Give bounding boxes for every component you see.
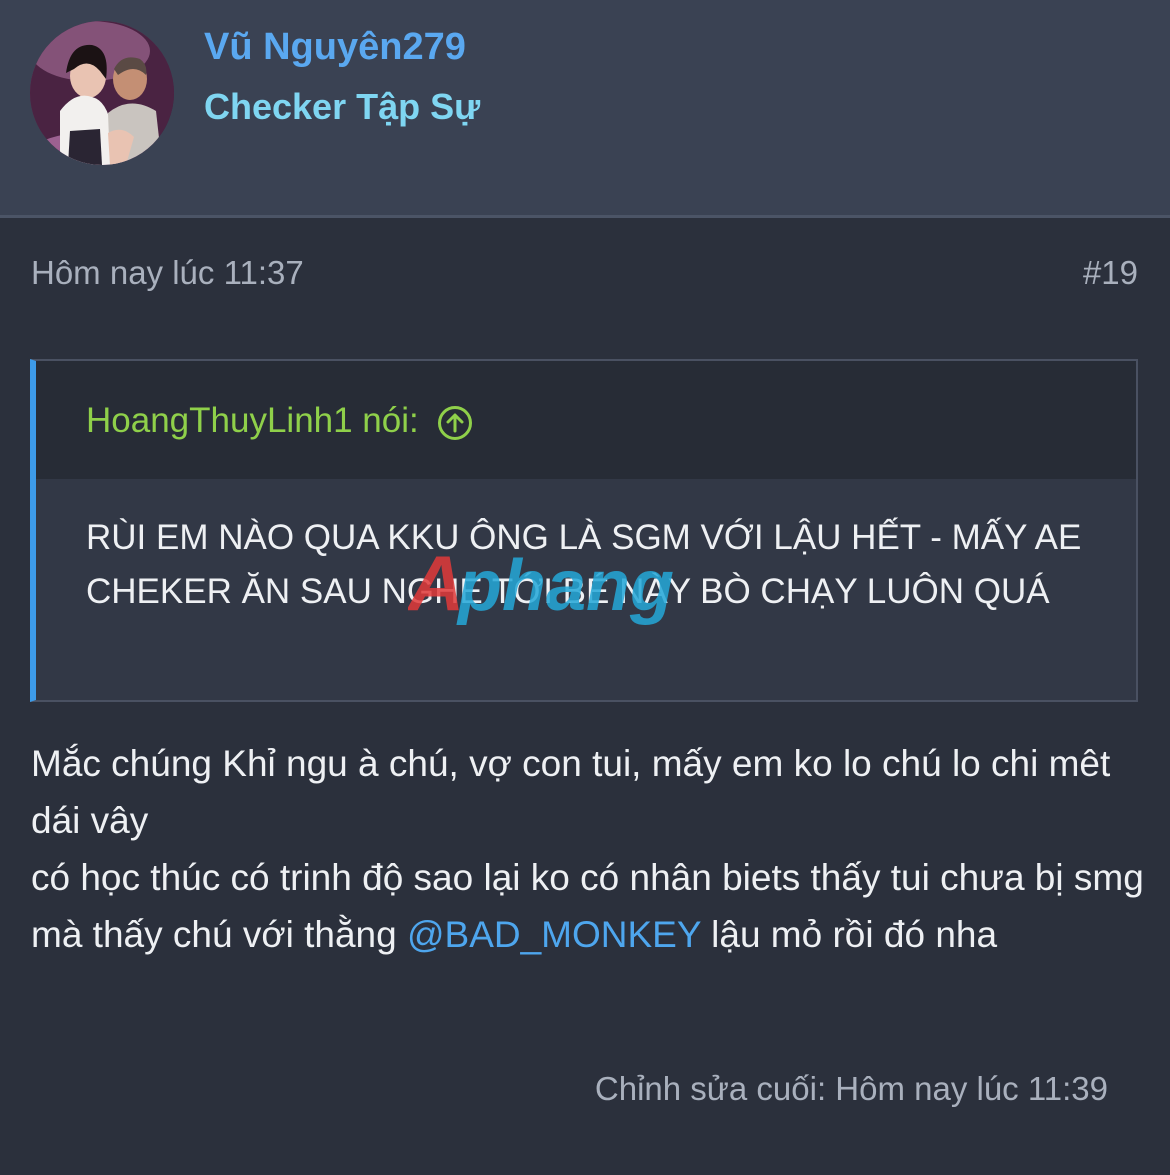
quote-author[interactable]: HoangThuyLinh1 nói:	[86, 401, 472, 441]
quote-author-label: HoangThuyLinh1 nói:	[86, 401, 419, 440]
user-mention-link[interactable]: @BAD_MONKEY	[407, 914, 701, 955]
quote-header: HoangThuyLinh1 nói:	[36, 361, 1136, 479]
post-number-link[interactable]: #19	[1083, 254, 1138, 292]
quote-block: HoangThuyLinh1 nói: RÙI EM NÀO QUA KKU Ô…	[30, 359, 1138, 702]
post-message: Mắc chúng Khỉ ngu à chú, vợ con tui, mấy…	[31, 735, 1146, 963]
arrow-up-circle-icon[interactable]	[437, 405, 472, 440]
user-title: Checker Tập Sự	[204, 86, 481, 127]
avatar[interactable]	[30, 21, 174, 165]
last-edit-note: Chỉnh sửa cuối: Hôm nay lúc 11:39	[594, 1070, 1108, 1107]
quote-text: RÙI EM NÀO QUA KKU ÔNG LÀ SGM VỚI LẬU HẾ…	[86, 518, 1082, 611]
message-line-1: Mắc chúng Khỉ ngu à chú, vợ con tui, mấy…	[31, 743, 1111, 841]
message-line-2-after: lậu mỏ rồi đó nha	[700, 914, 998, 955]
post-header: Vũ Nguyên279 Checker Tập Sự	[0, 0, 1170, 218]
post-timestamp[interactable]: Hôm nay lúc 11:37	[31, 254, 304, 292]
username-link[interactable]: Vũ Nguyên279	[204, 26, 466, 69]
